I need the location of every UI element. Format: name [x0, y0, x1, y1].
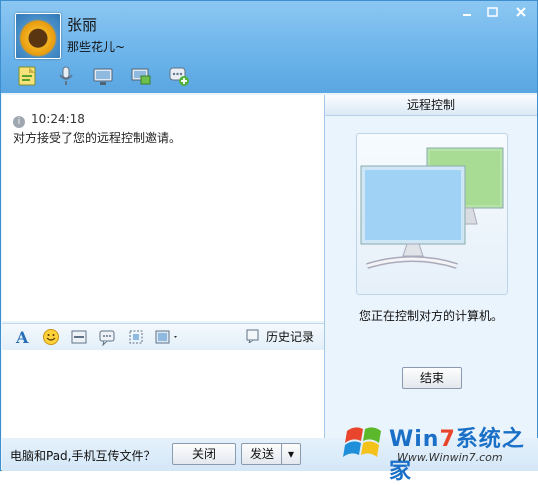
message-input[interactable] [2, 350, 324, 438]
chat-window: 张丽 那些花儿~ i 10:24:18 对方接受了您的远程控制邀请。 A 历史记… [0, 0, 538, 484]
close-icon[interactable] [510, 5, 532, 23]
end-remote-button[interactable]: 结束 [402, 367, 462, 389]
remote-desktop-icon[interactable] [130, 65, 152, 87]
file-transfer-icon[interactable] [17, 65, 39, 87]
shake-icon[interactable] [154, 328, 182, 346]
screenshot-icon[interactable] [70, 328, 88, 346]
remote-status-text: 您正在控制对方的计算机。 [358, 309, 503, 323]
add-app-icon[interactable] [168, 65, 190, 87]
brand-digit: 7 [439, 427, 456, 452]
message-meta: i 10:24:18 [13, 112, 85, 128]
chat-header: 张丽 那些花儿~ [1, 1, 537, 93]
file-transfer-prompt[interactable]: 电脑和Pad,手机互传文件？ [10, 447, 155, 464]
history-icon [246, 329, 259, 345]
svg-text:A: A [15, 328, 29, 346]
bubble-icon[interactable] [98, 328, 116, 347]
win7-watermark: Win7系统之家 Www.Winwin7.com [339, 415, 535, 484]
font-icon[interactable]: A [14, 328, 32, 347]
voice-call-icon[interactable] [55, 65, 77, 87]
message-text: 对方接受了您的远程控制邀请。 [13, 131, 182, 145]
minimize-icon[interactable] [456, 5, 478, 23]
brand-url: Www.Winwin7.com [397, 451, 503, 464]
info-icon: i [13, 116, 25, 128]
message-time: 10:24:18 [31, 112, 85, 126]
history-button[interactable]: 历史记录 [246, 328, 314, 345]
remote-control-panel: 远程控制 您正在控制对方的计算机。 结束 [325, 95, 537, 438]
format-toolbar: A 历史记录 [2, 323, 324, 351]
send-button[interactable]: 发送 [241, 443, 283, 465]
contact-name[interactable]: 张丽 [67, 14, 97, 35]
contact-status-message: 那些花儿~ [67, 40, 126, 54]
remote-monitors-illustration [356, 133, 508, 295]
emoji-icon[interactable] [42, 328, 60, 346]
send-options-dropdown[interactable]: ▾ [281, 443, 301, 465]
remote-panel-title: 远程控制 [325, 95, 537, 116]
brand-prefix: Win [389, 427, 440, 452]
close-button[interactable]: 关闭 [172, 443, 236, 465]
maximize-icon[interactable] [482, 5, 504, 23]
history-label: 历史记录 [266, 330, 315, 344]
capture-icon[interactable] [127, 328, 145, 346]
contact-avatar[interactable] [15, 13, 61, 59]
video-call-icon[interactable] [92, 65, 114, 87]
